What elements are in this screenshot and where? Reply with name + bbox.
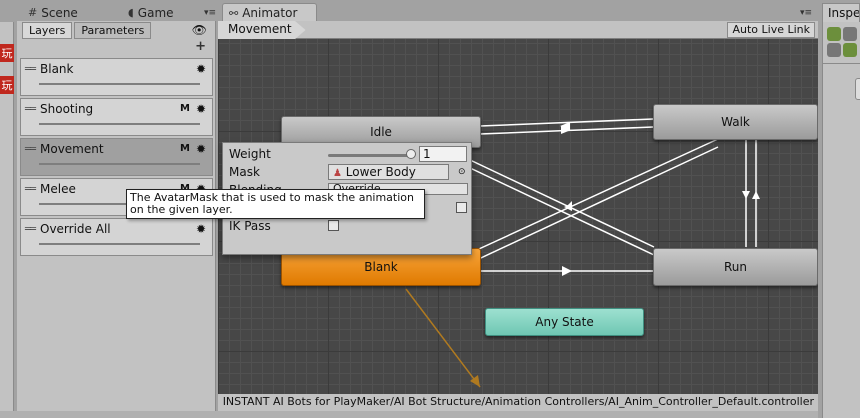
transition-line[interactable]: [467, 146, 719, 265]
weight-slider-track[interactable]: [328, 154, 410, 157]
transition-arrow: [742, 191, 750, 199]
bottom-strip: [0, 411, 860, 418]
animator-tab-menu-icon[interactable]: ▾≡: [800, 8, 812, 18]
layer-item-blank[interactable]: ══ Blank ✹: [20, 58, 213, 96]
red-chip-2[interactable]: 玩: [0, 76, 14, 94]
tab-parameters[interactable]: Parameters: [74, 22, 152, 39]
mask-tooltip: The AvatarMask that is used to mask the …: [126, 189, 425, 219]
state-label: Blank: [364, 260, 398, 274]
layer-name: Movement: [40, 142, 104, 156]
layers-panel: Layers Parameters 👁 + ══ Blank ✹ ══ Shoo…: [17, 21, 216, 418]
state-label: Any State: [535, 315, 594, 329]
add-layer-icon[interactable]: +: [195, 39, 206, 54]
transition-arrow: [562, 266, 572, 276]
state-run[interactable]: Run: [653, 248, 818, 286]
tab-animator[interactable]: ⚯ Animator: [222, 3, 317, 22]
state-label: Walk: [721, 115, 750, 129]
controller-path: INSTANT AI Bots for PlayMaker/AI Bot Str…: [218, 394, 818, 411]
layer-item-movement[interactable]: ══ Movement M ✹: [20, 138, 213, 176]
inspector-divider: [822, 63, 860, 64]
ik-pass-label: IK Pass: [229, 219, 271, 233]
layer-name: Blank: [40, 62, 74, 76]
drag-handle-icon[interactable]: ══: [25, 64, 36, 75]
animator-controller-icon: [827, 27, 857, 57]
tab-scene-label: Scene: [41, 5, 78, 20]
mask-field[interactable]: ♟ Lower Body: [328, 164, 449, 180]
avatar-mask-icon: ♟: [333, 168, 342, 179]
transition-line[interactable]: [467, 138, 719, 255]
eye-icon[interactable]: 👁: [192, 23, 207, 37]
inspector-button[interactable]: [855, 78, 860, 100]
gear-icon[interactable]: ✹: [196, 222, 206, 236]
drag-handle-icon[interactable]: ══: [25, 224, 36, 235]
red-chip-1[interactable]: 玩: [0, 44, 14, 62]
window-tab-strip: # Scene ◖ Game ▾≡ ⚯ Animator ▾≡: [0, 0, 860, 22]
tab-scene[interactable]: # Scene: [22, 3, 84, 22]
weight-field[interactable]: 1: [419, 146, 467, 162]
breadcrumb[interactable]: Movement: [218, 21, 306, 39]
mask-label: Mask: [229, 165, 260, 179]
tab-animator-label: Animator: [242, 6, 298, 20]
layer-name: Shooting: [40, 102, 94, 116]
tab-game-label: Game: [137, 5, 174, 20]
layer-weight-bar: [39, 163, 200, 165]
layer-name: Melee: [40, 182, 76, 196]
mask-badge: M: [180, 143, 190, 154]
transition-line[interactable]: [467, 158, 655, 248]
drag-handle-icon[interactable]: ══: [25, 184, 36, 195]
drag-handle-icon[interactable]: ══: [25, 104, 36, 115]
transition-arrow: [752, 191, 760, 199]
mask-badge: M: [180, 103, 190, 114]
object-picker-icon[interactable]: ⊙: [458, 167, 466, 177]
layer-name: Override All: [40, 222, 111, 236]
gear-icon[interactable]: ✹: [196, 102, 206, 116]
layer-weight-bar: [39, 243, 200, 245]
entry-transition-line[interactable]: [405, 288, 481, 388]
state-label: Run: [723, 260, 747, 274]
weight-label: Weight: [229, 147, 271, 161]
state-walk[interactable]: Walk: [653, 104, 818, 140]
drag-handle-icon[interactable]: ══: [25, 144, 36, 155]
layers-panel-tabs: Layers Parameters: [22, 22, 153, 40]
gear-icon[interactable]: ✹: [196, 142, 206, 156]
animator-icon: ⚯: [229, 6, 239, 20]
layer-weight-bar: [39, 83, 200, 85]
gear-icon[interactable]: ✹: [196, 62, 206, 76]
pacman-icon: ◖: [128, 6, 134, 19]
layer-item-override-all[interactable]: ══ Override All ✹: [20, 218, 213, 256]
weight-slider-knob[interactable]: [406, 149, 416, 159]
graph-header: Movement Auto Live Link: [218, 21, 818, 39]
state-any-state[interactable]: Any State: [485, 308, 644, 336]
state-label: Idle: [370, 125, 392, 139]
tab-menu-icon[interactable]: ▾≡: [204, 8, 216, 18]
ik-pass-checkbox[interactable]: [328, 220, 339, 231]
tab-inspector-label: Inspe: [828, 6, 860, 20]
mask-value: Lower Body: [345, 165, 416, 179]
tab-inspector[interactable]: Inspe: [822, 3, 860, 22]
grid-icon: #: [28, 6, 38, 19]
tab-game[interactable]: ◖ Game: [122, 3, 180, 22]
left-side-sliver: 玩 玩: [0, 22, 14, 418]
tab-layers[interactable]: Layers: [22, 22, 73, 39]
auto-live-link-button[interactable]: Auto Live Link: [727, 22, 815, 38]
sync-checkbox[interactable]: [456, 202, 467, 213]
layer-weight-bar: [39, 123, 200, 125]
layer-item-shooting[interactable]: ══ Shooting M ✹: [20, 98, 213, 136]
